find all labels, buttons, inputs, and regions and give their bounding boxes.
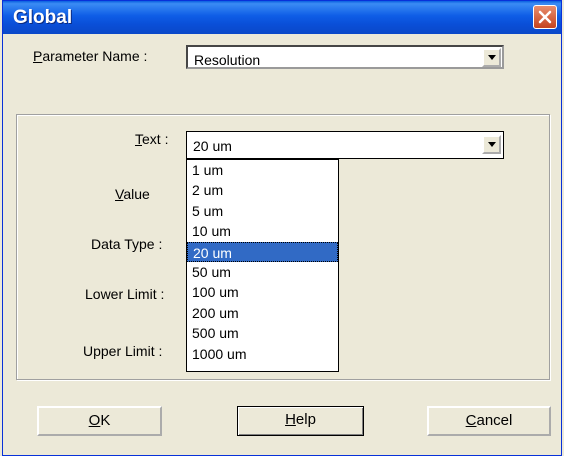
cancel-button[interactable]: Cancel (427, 406, 551, 436)
dropdown-option[interactable]: 10 um (187, 221, 338, 241)
dropdown-option[interactable]: 20 um (187, 241, 338, 262)
close-button[interactable] (533, 5, 557, 29)
parameter-name-dropdown-button[interactable] (482, 48, 501, 67)
dropdown-option[interactable]: 1000 um (187, 344, 338, 364)
dropdown-option[interactable]: 2 um (187, 180, 338, 200)
global-dialog: Global Parameter Name : Resolution Text … (2, 0, 562, 456)
dropdown-option[interactable]: 200 um (187, 303, 338, 323)
dropdown-option[interactable]: 5 um (187, 201, 338, 221)
text-dropdown-button[interactable] (482, 135, 501, 154)
title-bar[interactable]: Global (3, 1, 561, 34)
help-button[interactable]: Help (237, 406, 364, 436)
chevron-down-icon (488, 55, 496, 60)
window-title: Global (13, 7, 73, 28)
text-label: Text : (135, 131, 169, 147)
upper-limit-label: Upper Limit : (83, 343, 163, 359)
data-type-label: Data Type : (91, 236, 163, 252)
text-value: 20 um (193, 138, 232, 154)
lower-limit-label: Lower Limit : (85, 286, 165, 302)
text-combo[interactable]: 20 um (186, 131, 504, 159)
value-label: Value (115, 186, 150, 202)
ok-button[interactable]: OK (37, 406, 162, 436)
parameter-name-label: Parameter Name : (33, 48, 148, 64)
dropdown-option[interactable]: 100 um (187, 282, 338, 302)
close-icon (538, 10, 552, 24)
dropdown-option[interactable]: 500 um (187, 323, 338, 343)
dropdown-option[interactable]: 1 um (187, 160, 338, 180)
text-dropdown-list[interactable]: 1 um 2 um 5 um 10 um 20 um 50 um 100 um 200 um 5… (186, 159, 339, 372)
chevron-down-icon (488, 142, 496, 147)
dropdown-option[interactable]: 50 um (187, 262, 338, 282)
parameter-name-combo[interactable]: Resolution (186, 45, 504, 69)
parameter-name-value: Resolution (194, 52, 261, 68)
